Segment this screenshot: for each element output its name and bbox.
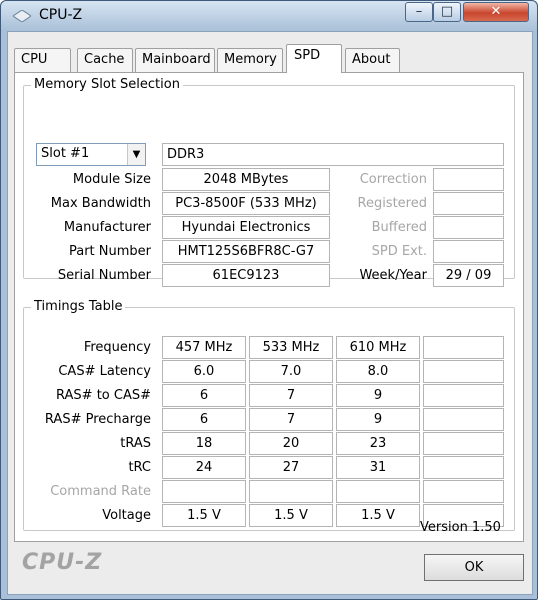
timing-cell	[162, 480, 246, 503]
cpuz-window: CPU-Z – □ ✕ CPU Cache Mainboard Memory S…	[0, 0, 538, 600]
timing-cell: 6.0	[162, 360, 246, 383]
memory-type-field: DDR3	[162, 143, 504, 166]
timing-label-ras-precharge: RAS# Precharge	[44, 412, 151, 427]
slot-select-value: Slot #1	[41, 146, 90, 161]
version-label: Version 1.50	[420, 520, 501, 535]
slot-select[interactable]: Slot #1 ▼	[36, 143, 146, 166]
timing-label-tras: tRAS	[120, 436, 151, 451]
timing-cell: 18	[162, 432, 246, 455]
chevron-down-icon[interactable]: ▼	[127, 144, 145, 165]
ok-button[interactable]: OK	[424, 554, 524, 581]
manufacturer-label: Manufacturer	[63, 220, 151, 235]
tab-mainboard[interactable]: Mainboard	[135, 48, 215, 72]
tab-about[interactable]: About	[345, 48, 400, 72]
tab-memory[interactable]: Memory	[217, 48, 283, 72]
title-bar[interactable]: CPU-Z – □ ✕	[1, 1, 537, 31]
timing-cell	[336, 480, 420, 503]
part-number-label: Part Number	[68, 244, 151, 259]
timing-cell: 1.5 V	[249, 504, 333, 527]
timing-cell	[249, 480, 333, 503]
tab-cpu[interactable]: CPU	[14, 48, 71, 72]
manufacturer-value: Hyundai Electronics	[162, 216, 330, 239]
timing-cell: 31	[336, 456, 420, 479]
tab-spd[interactable]: SPD	[286, 44, 342, 73]
timing-cell: 9	[336, 384, 420, 407]
timing-cell	[423, 456, 504, 479]
buffered-value	[433, 216, 504, 239]
correction-label: Correction	[359, 172, 427, 187]
timing-cell	[423, 336, 504, 359]
memory-slot-group-title: Memory Slot Selection	[31, 77, 183, 93]
timing-label-ras-to-cas: RAS# to CAS#	[56, 388, 151, 403]
maximize-button[interactable]: □	[433, 2, 461, 22]
timing-cell: 533 MHz	[249, 336, 333, 359]
timing-cell: 8.0	[336, 360, 420, 383]
timing-cell: 7	[249, 384, 333, 407]
timing-cell	[423, 360, 504, 383]
minimize-button[interactable]: –	[405, 2, 433, 22]
week-year-value: 29 / 09	[433, 264, 504, 287]
timing-cell: 7.0	[249, 360, 333, 383]
timing-label-trc: tRC	[128, 460, 151, 475]
registered-label: Registered	[357, 196, 428, 211]
app-icon	[13, 10, 31, 22]
timing-cell	[423, 384, 504, 407]
timing-cell: 6	[162, 384, 246, 407]
timing-cell: 1.5 V	[336, 504, 420, 527]
timing-label-command-rate: Command Rate	[50, 484, 151, 499]
timing-cell: 23	[336, 432, 420, 455]
timing-cell	[423, 408, 504, 431]
timing-cell: 9	[336, 408, 420, 431]
serial-number-label: Serial Number	[57, 268, 151, 283]
module-size-label: Module Size	[72, 172, 151, 187]
timing-cell: 24	[162, 456, 246, 479]
max-bandwidth-label: Max Bandwidth	[50, 196, 151, 211]
timings-group-title: Timings Table	[31, 299, 126, 315]
timing-cell: 6	[162, 408, 246, 431]
max-bandwidth-value: PC3-8500F (533 MHz)	[162, 192, 330, 215]
correction-value	[433, 168, 504, 191]
spd-ext-value	[433, 240, 504, 263]
buffered-label: Buffered	[371, 220, 427, 235]
timing-cell: 27	[249, 456, 333, 479]
close-button[interactable]: ✕	[463, 2, 529, 22]
timing-cell	[423, 432, 504, 455]
module-size-value: 2048 MBytes	[162, 168, 330, 191]
week-year-label: Week/Year	[359, 268, 427, 283]
spd-panel: Memory Slot Selection Slot #1 ▼ DDR3 Mod…	[14, 72, 524, 542]
tab-cache[interactable]: Cache	[77, 48, 133, 72]
serial-number-value: 61EC9123	[162, 264, 330, 287]
cpuz-logo: CPU-Z	[22, 550, 103, 575]
timing-label-frequency: Frequency	[83, 340, 151, 355]
spd-ext-label: SPD Ext.	[371, 244, 427, 259]
client-area: CPU Cache Mainboard Memory SPD About Mem…	[7, 31, 533, 595]
timing-cell: 20	[249, 432, 333, 455]
timing-cell: 7	[249, 408, 333, 431]
timing-label-voltage: Voltage	[102, 508, 151, 523]
timing-cell: 1.5 V	[162, 504, 246, 527]
timing-cell	[423, 480, 504, 503]
timing-label-cas-latency: CAS# Latency	[58, 364, 151, 379]
window-title: CPU-Z	[39, 7, 83, 23]
part-number-value: HMT125S6BFR8C-G7	[162, 240, 330, 263]
registered-value	[433, 192, 504, 215]
timing-cell: 610 MHz	[336, 336, 420, 359]
timing-cell: 457 MHz	[162, 336, 246, 359]
